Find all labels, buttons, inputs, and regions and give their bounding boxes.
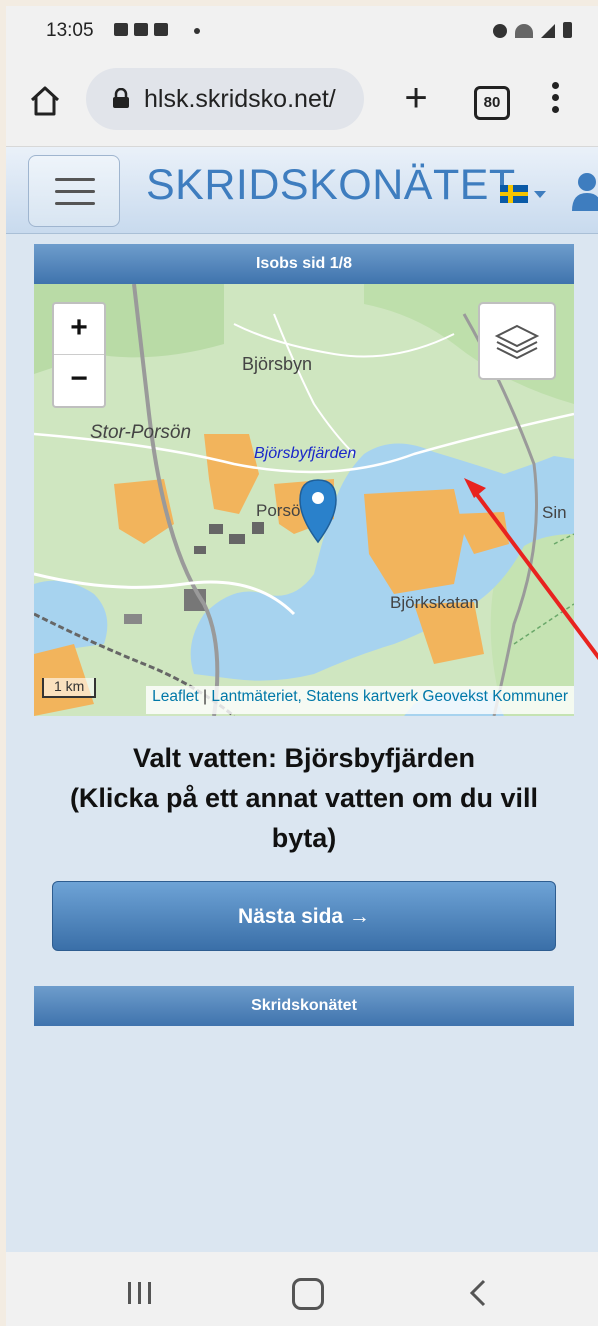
notification-icon <box>114 23 128 36</box>
notification-icon <box>154 23 168 36</box>
alarm-icon <box>493 24 507 38</box>
leaflet-link[interactable]: Leaflet <box>152 688 199 705</box>
selected-water-hint: (Klicka på ett annat vatten om du vill b… <box>69 783 539 853</box>
map-label-bjorsbyn: Björsbyn <box>242 354 312 374</box>
map-label-stor-porson: Stor-Porsön <box>90 422 191 443</box>
zoom-in-button[interactable]: + <box>54 304 104 355</box>
recent-apps-icon[interactable] <box>128 1282 152 1304</box>
user-icon[interactable] <box>572 171 598 211</box>
footer-bar: Skridskonätet <box>34 986 574 1026</box>
attribution-separator: | <box>198 688 212 705</box>
wifi-icon <box>515 24 533 38</box>
battery-icon <box>563 22 572 38</box>
chevron-down-icon[interactable] <box>534 191 546 198</box>
more-notifications-icon <box>194 28 200 34</box>
selected-water-text: Valt vatten: Björsbyfjärden (Klicka på e… <box>34 738 574 858</box>
next-page-button[interactable]: Nästa sida → <box>52 881 556 951</box>
system-nav-bar <box>6 1252 598 1326</box>
notification-icon <box>134 23 148 36</box>
map-attribution: Leaflet | Lantmäteriet, Statens kartverk… <box>146 686 574 714</box>
site-logo[interactable]: SKRIDSKONÄTET <box>146 161 516 210</box>
signal-icon <box>541 24 555 38</box>
back-icon[interactable] <box>468 1278 488 1308</box>
status-time: 13:05 <box>46 20 94 41</box>
zoom-out-button[interactable]: − <box>54 355 104 405</box>
selected-water-title: Valt vatten: Björsbyfjärden <box>132 743 476 773</box>
lock-icon <box>113 88 129 108</box>
map-sources-link[interactable]: Lantmäteriet, Statens kartverk Geovekst … <box>211 688 568 705</box>
system-status-icons <box>493 22 572 38</box>
map-label-bjorsbyfjarden: Björsbyfjärden <box>254 445 356 462</box>
map-scale: 1 km <box>42 678 96 698</box>
panel-title: Isobs sid 1/8 <box>34 244 574 284</box>
url-text[interactable]: hlsk.skridsko.net/ <box>144 85 356 114</box>
layers-button[interactable] <box>478 302 556 380</box>
site-header: SKRIDSKONÄTET <box>6 147 598 234</box>
annotation-arrow <box>464 478 598 660</box>
browser-menu-icon[interactable] <box>548 82 562 118</box>
tab-count-button[interactable]: 80 <box>474 86 510 120</box>
new-tab-button[interactable]: + <box>396 78 436 122</box>
layers-icon <box>494 324 540 360</box>
home-icon[interactable] <box>28 84 62 118</box>
address-bar[interactable]: hlsk.skridsko.net/ <box>86 68 364 130</box>
notification-icons <box>114 23 168 36</box>
zoom-control: + − <box>52 302 106 408</box>
swedish-flag-icon[interactable] <box>500 185 528 203</box>
map-label-porson: Porsö <box>256 501 300 520</box>
status-bar: 13:05 <box>6 6 598 54</box>
phone-screen: 13:05 hlsk.skridsko.net/ + 80 SKRIDSKONÄ… <box>6 6 598 1326</box>
home-nav-icon[interactable] <box>292 1278 324 1310</box>
hamburger-menu-button[interactable] <box>28 155 120 227</box>
browser-toolbar: hlsk.skridsko.net/ + 80 <box>6 54 598 147</box>
